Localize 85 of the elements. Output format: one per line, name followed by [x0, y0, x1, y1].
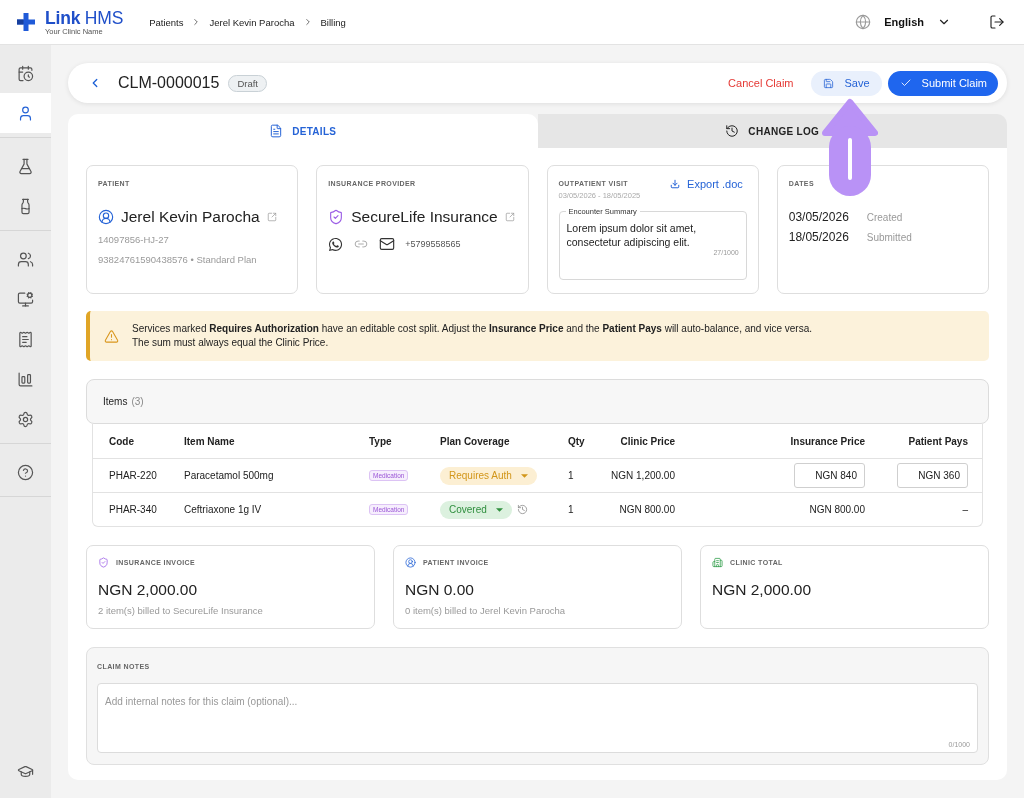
table-cell: Ceftriaxone 1g IV — [184, 504, 262, 515]
chart-icon — [17, 370, 34, 388]
phone-number: +5799558565 — [405, 239, 461, 249]
table-cell: 1 — [568, 504, 574, 515]
breadcrumb-link[interactable]: Patients — [149, 16, 184, 28]
invoice-note: 0 item(s) billed to Jerel Kevin Parocha — [405, 605, 566, 616]
items-title: Items — [103, 396, 128, 407]
mail-icon[interactable] — [379, 236, 396, 252]
patient-name: Jerel Kevin Parocha — [121, 208, 260, 226]
price-input[interactable]: NGN 840 — [794, 463, 865, 488]
tab[interactable]: DETAILS — [68, 114, 538, 148]
submit-claim-button[interactable]: Submit Claim — [887, 70, 998, 96]
help-icon — [17, 463, 34, 481]
history-icon[interactable] — [516, 504, 528, 515]
column-header: Plan Coverage — [440, 435, 510, 447]
language-selector[interactable]: English — [855, 14, 951, 30]
globe-icon — [855, 14, 872, 30]
calendar-clock-icon — [17, 64, 34, 82]
column-header: Type — [369, 435, 392, 447]
logo-text: Link HMS — [45, 8, 124, 27]
receipt-icon — [17, 330, 34, 348]
insurer-name: SecureLife Insurance — [351, 208, 498, 226]
date-value: 18/05/2026 — [788, 230, 850, 244]
monitor-gear-icon — [17, 290, 34, 308]
table-cell: NGN 800.00 — [619, 504, 675, 515]
user-circle-icon — [98, 209, 114, 225]
external-link-icon[interactable] — [504, 212, 515, 222]
logout-icon — [989, 14, 1005, 30]
tab[interactable]: CHANGE LOG — [537, 114, 1007, 148]
shield-check-icon — [328, 209, 345, 225]
history-icon — [725, 124, 740, 138]
date-value: 03/05/2026 — [788, 210, 850, 224]
users-icon — [17, 250, 34, 268]
shield-check-icon — [98, 557, 109, 568]
table-cell: PHAR-340 — [109, 504, 157, 515]
export-link[interactable]: Export .doc — [670, 178, 743, 190]
date-label: Created — [866, 211, 903, 223]
column-header: Qty — [568, 435, 585, 447]
external-link-icon[interactable] — [266, 212, 277, 222]
patient-id: 14097856-HJ-27 — [98, 234, 170, 246]
building-icon — [712, 557, 723, 568]
caret-icon — [495, 507, 503, 512]
caret-icon — [520, 473, 528, 478]
link-icon[interactable] — [354, 237, 369, 251]
warning-icon — [104, 328, 119, 344]
settings-icon — [17, 410, 34, 428]
table-cell: Paracetamol 500mg — [184, 470, 274, 481]
items-count: (3) — [131, 396, 144, 407]
save-button[interactable]: Save — [810, 70, 882, 96]
alert-text: Services marked Requires Authorization have an editable cost split. Adjust the Insurance Price and the Patient Pays will auto-balance, and vice versa. The sum must always equal the Clinic Price. — [132, 322, 812, 350]
flask-icon — [17, 157, 34, 175]
sidebar-nav-button[interactable] — [0, 93, 51, 133]
logout-button[interactable] — [989, 14, 1005, 30]
table-cell: PHAR-220 — [109, 470, 157, 481]
column-header: Code — [109, 435, 134, 447]
user-icon — [17, 104, 34, 122]
column-header: Patient Pays — [908, 435, 968, 447]
status-badge: Draft — [228, 74, 267, 92]
save-icon — [822, 77, 834, 89]
download-icon — [670, 179, 681, 189]
invoice-amount: NGN 2,000.00 — [98, 581, 199, 599]
breadcrumb-link[interactable]: Jerel Kevin Parocha — [209, 16, 295, 28]
whatsapp-icon[interactable] — [328, 236, 344, 252]
invoice-amount: NGN 0.00 — [405, 581, 475, 599]
user-circle-icon — [405, 557, 416, 568]
breadcrumb-link[interactable]: Billing — [320, 16, 346, 28]
table-cell: – — [962, 504, 968, 515]
policy-number: 93824761590438576 • Standard Plan — [98, 254, 258, 266]
cross-logo-icon — [17, 13, 35, 31]
table-cell: NGN 1,200.00 — [611, 470, 675, 481]
price-input[interactable]: NGN 360 — [897, 463, 968, 488]
coverage-dropdown[interactable]: Covered — [440, 500, 512, 519]
cancel-claim-button[interactable]: Cancel Claim — [728, 70, 794, 96]
column-header: Insurance Price — [790, 435, 865, 447]
column-header: Clinic Price — [620, 435, 675, 447]
table-cell: 1 — [568, 470, 574, 481]
date-label: Submitted — [866, 231, 912, 243]
field-value: Lorem ipsum dolor sit amet, consectetur adipiscing elit. — [566, 221, 698, 249]
document-icon — [269, 124, 284, 138]
invoice-note: 2 item(s) billed to SecureLife Insurance — [98, 605, 264, 616]
claim-id: CLM-0000015 — [118, 74, 220, 92]
invoice-amount: NGN 2,000.00 — [712, 581, 813, 599]
check-icon — [899, 77, 912, 89]
table-cell: NGN 800.00 — [809, 504, 865, 515]
column-header: Item Name — [184, 435, 235, 447]
